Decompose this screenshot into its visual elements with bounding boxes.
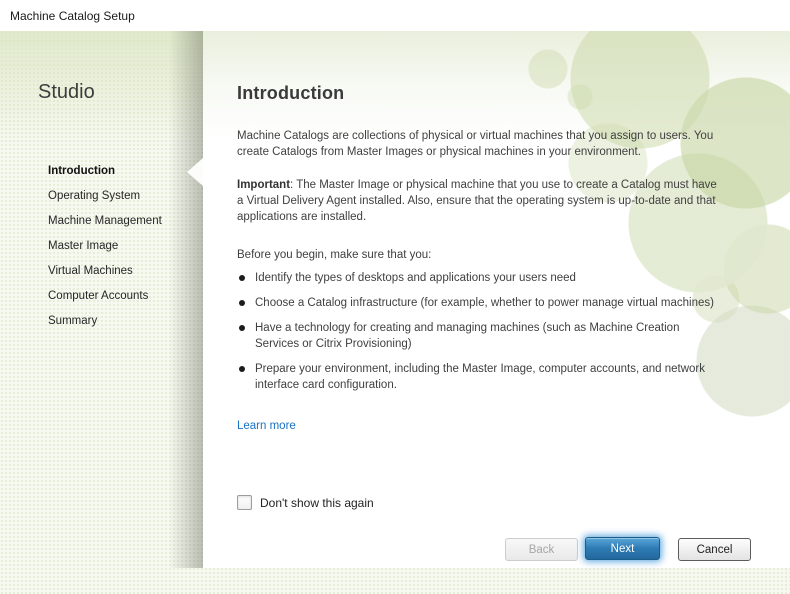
bullet-icon [239,300,245,306]
next-button[interactable]: Next [585,537,660,560]
important-paragraph: Important: The Master Image or physical … [237,177,723,225]
content-panel: Introduction Machine Catalogs are collec… [203,31,790,568]
wizard-step: Machine Management [48,209,162,234]
wizard-step: Computer Accounts [48,284,162,309]
wizard-body: Studio IntroductionOperating SystemMachi… [0,31,790,594]
back-button[interactable]: Back [505,538,578,561]
window-title: Machine Catalog Setup [10,9,135,23]
important-label: Important [237,179,290,191]
wizard-sidebar: Studio IntroductionOperating SystemMachi… [0,31,203,594]
wizard-step: Master Image [48,234,162,259]
checklist-item-text: Prepare your environment, including the … [255,363,705,391]
intro-paragraph: Machine Catalogs are collections of phys… [237,128,723,160]
checklist-item: Prepare your environment, including the … [237,361,723,393]
bullet-icon [239,325,245,331]
before-you-begin-text: Before you begin, make sure that you: [237,247,723,263]
checklist-item-text: Have a technology for creating and manag… [255,322,679,350]
important-text: : The Master Image or physical machine t… [237,179,717,223]
introduction-content: Introduction Machine Catalogs are collec… [237,85,723,434]
bullet-icon [239,366,245,372]
current-step-arrow-icon [187,158,203,186]
dont-show-checkbox[interactable] [237,495,252,510]
machine-catalog-setup-window: Machine Catalog Setup Studio Introductio… [0,0,790,594]
wizard-step: Summary [48,309,162,334]
checklist: Identify the types of desktops and appli… [237,270,723,393]
wizard-step-list: IntroductionOperating SystemMachine Mana… [48,159,162,334]
wizard-step: Operating System [48,184,162,209]
learn-more-link[interactable]: Learn more [237,418,296,434]
wizard-step: Virtual Machines [48,259,162,284]
checklist-item: Choose a Catalog infrastructure (for exa… [237,295,723,311]
dont-show-label: Don't show this again [260,496,374,510]
checklist-item-text: Identify the types of desktops and appli… [255,272,576,284]
checklist-item: Identify the types of desktops and appli… [237,270,723,286]
window-titlebar: Machine Catalog Setup [0,0,790,31]
checklist-item: Have a technology for creating and manag… [237,320,723,352]
bullet-icon [239,275,245,281]
page-title: Introduction [237,85,723,101]
studio-logo: Studio [38,81,95,104]
wizard-step: Introduction [48,159,162,184]
checklist-item-text: Choose a Catalog infrastructure (for exa… [255,297,714,309]
cancel-button[interactable]: Cancel [678,538,751,561]
dont-show-row: Don't show this again [237,495,374,510]
